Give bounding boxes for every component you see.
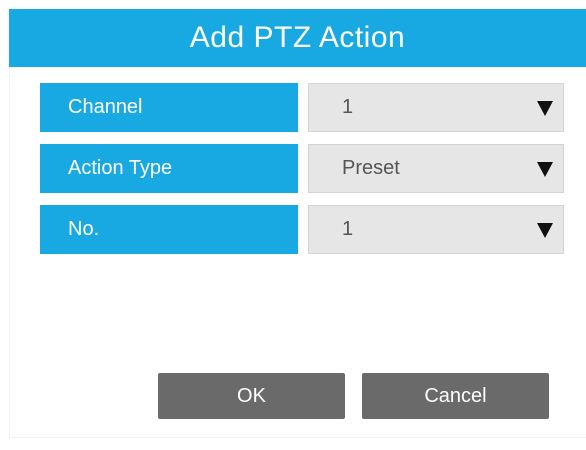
chevron-down-icon[interactable] (537, 162, 553, 177)
number-select-value: 1 (342, 218, 354, 240)
dialog-title: Add PTZ Action (9, 9, 586, 67)
cancel-button[interactable]: Cancel (362, 373, 549, 419)
add-ptz-action-dialog: Add PTZ Action Channel 1 Action Type Pre… (0, 0, 586, 450)
channel-select-value: 1 (342, 96, 354, 118)
chevron-down-icon[interactable] (537, 223, 553, 238)
dialog-border-left (9, 67, 10, 437)
number-row: No. 1 (40, 205, 564, 254)
number-label: No. (40, 205, 298, 254)
channel-row: Channel 1 (40, 83, 564, 132)
channel-select[interactable]: 1 (308, 83, 564, 132)
action-type-label: Action Type (40, 144, 298, 193)
number-select[interactable]: 1 (308, 205, 564, 254)
ok-button[interactable]: OK (158, 373, 345, 419)
dialog-border-bottom (9, 437, 586, 438)
channel-label: Channel (40, 83, 298, 132)
chevron-down-icon[interactable] (537, 101, 553, 116)
action-type-row: Action Type Preset (40, 144, 564, 193)
action-type-select[interactable]: Preset (308, 144, 564, 193)
action-type-select-value: Preset (342, 157, 400, 179)
